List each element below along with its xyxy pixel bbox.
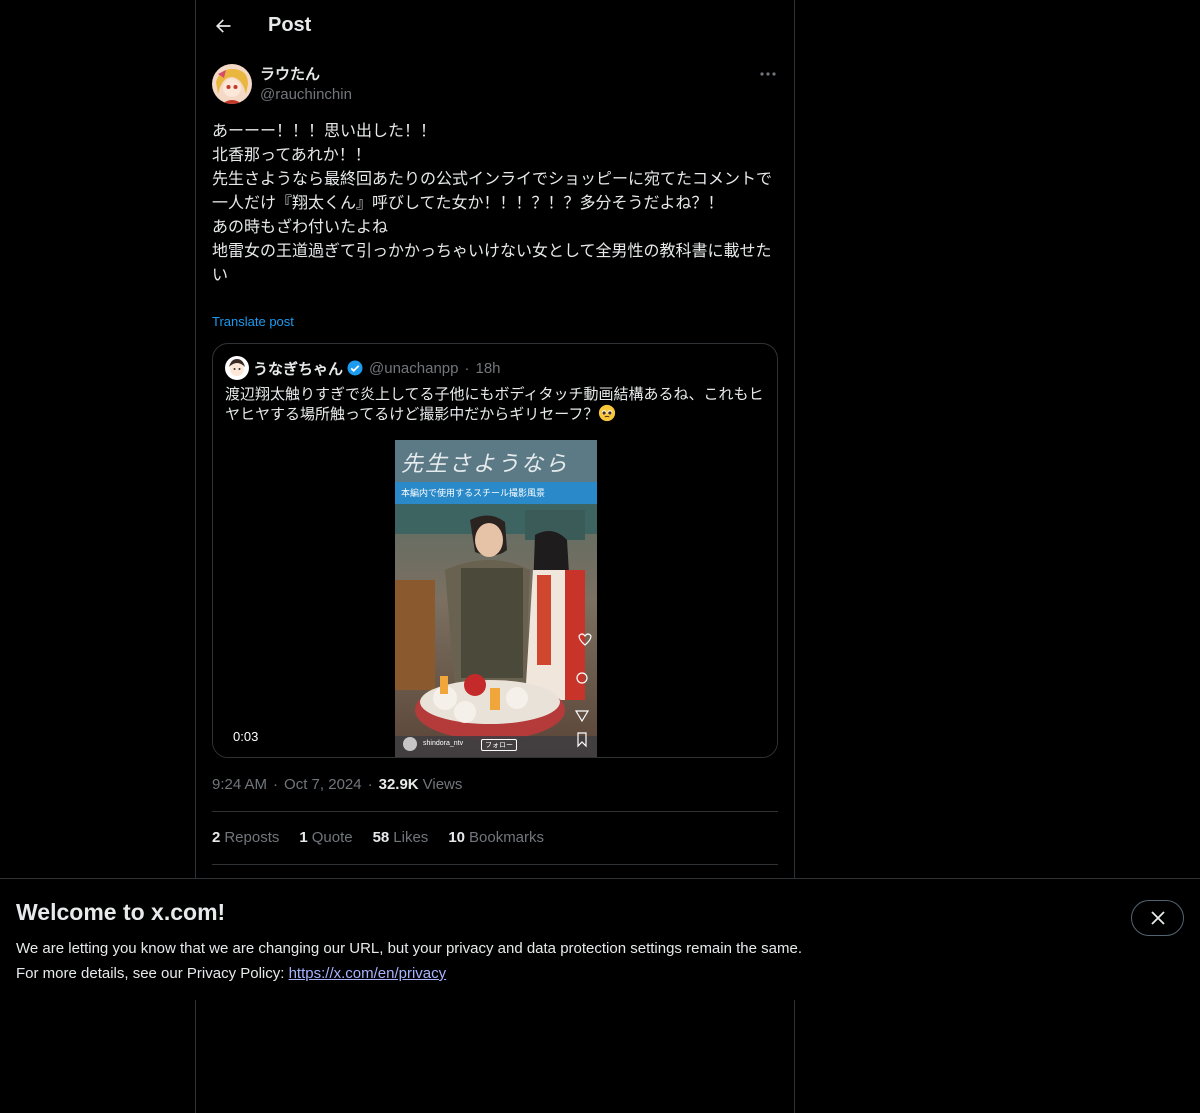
likes-label: Likes — [393, 829, 429, 846]
likes-count: 58 — [372, 829, 390, 846]
bookmarks-stat[interactable]: 10 Bookmarks — [448, 829, 544, 846]
privacy-policy-link[interactable]: https://x.com/en/privacy — [289, 965, 447, 982]
video-follow-label: フォロー — [481, 739, 517, 751]
more-horizontal-icon — [760, 72, 776, 76]
post-line: 北香那ってあれか！！ — [212, 145, 371, 164]
views-label: Views — [422, 776, 463, 793]
likes-stat[interactable]: 58 Likes — [373, 829, 429, 846]
close-icon — [1150, 911, 1165, 925]
banner-title: Welcome to x.com! — [16, 899, 226, 925]
post-date[interactable]: Oct 7, 2024 — [284, 776, 362, 793]
divider — [212, 811, 778, 812]
reposts-label: Reposts — [224, 829, 280, 846]
header: Post — [196, 0, 794, 53]
author-name[interactable]: ラウたん — [260, 65, 352, 85]
quote-media[interactable]: 先生さようなら 本編内で使用するスチール撮影風景 shindora_ntv フォ… — [213, 439, 777, 757]
pleading-face-emoji-icon — [599, 404, 616, 422]
avatar[interactable] — [212, 64, 252, 104]
banner-line: We are letting you know that we are chan… — [16, 940, 802, 957]
bookmarks-count: 10 — [448, 829, 465, 846]
translate-post-link[interactable]: Translate post — [212, 314, 294, 329]
video-duration: 0:03 — [233, 729, 259, 744]
video-caption-subtitle: 本編内で使用するスチール撮影風景 — [401, 489, 546, 499]
post-time[interactable]: 9:24 AM — [212, 776, 267, 793]
banner-line-prefix: For more details, see our Privacy Policy… — [16, 965, 289, 982]
quote-author-handle[interactable]: @unachanpp — [369, 360, 458, 377]
video-account-label: shindora_ntv — [423, 740, 464, 747]
quote-timestamp[interactable]: 18h — [475, 360, 500, 377]
post-author: ラウたん @rauchinchin — [212, 64, 352, 105]
reposts-count: 2 — [212, 829, 221, 846]
back-button[interactable] — [208, 11, 238, 41]
author-handle[interactable]: @rauchinchin — [260, 85, 352, 105]
quote-text-body: 渡辺翔太触りすぎで炎上してる子他にもボディタッチ動画結構あるね、これもヒヤヒヤす… — [225, 385, 764, 423]
banner-line-2: For more details, see our Privacy Policy… — [16, 961, 802, 986]
separator-dot: · — [273, 776, 279, 793]
post-line: 先生さようなら最終回あたりの公式インライでショッピーに宛てたコメントで一人だけ『… — [212, 169, 773, 212]
quote-avatar[interactable] — [225, 356, 249, 380]
bookmarks-label: Bookmarks — [469, 829, 545, 846]
post-text: あーーー！！！思い出した！！ 北香那ってあれか！！ 先生さようなら最終回あたりの… — [212, 119, 778, 287]
quoted-post[interactable]: うなぎちゃん @unachanpp · 18h 渡辺翔太触りすぎで炎上してる子他… — [212, 343, 778, 758]
banner-text: We are letting you know that we are chan… — [16, 936, 802, 986]
arrow-left-icon — [216, 19, 231, 33]
reposts-stat[interactable]: 2 Reposts — [212, 829, 279, 846]
quote-author-name[interactable]: うなぎちゃん — [253, 358, 343, 379]
separator-dot: · — [367, 776, 373, 793]
close-banner-button[interactable] — [1131, 900, 1184, 936]
post-line: あの時もざわ付いたよね — [212, 217, 389, 236]
post-line: あーーー！！！思い出した！！ — [212, 121, 437, 140]
views-count: 32.9K — [378, 776, 419, 793]
verified-badge-icon — [347, 360, 363, 376]
quotes-label: Quote — [311, 829, 353, 846]
video-player[interactable]: 先生さようなら 本編内で使用するスチール撮影風景 shindora_ntv フォ… — [395, 440, 597, 757]
quote-text: 渡辺翔太触りすぎで炎上してる子他にもボディタッチ動画結構あるね、これもヒヤヒヤす… — [225, 384, 767, 424]
video-caption-title: 先生さようなら — [401, 452, 570, 477]
more-button[interactable] — [756, 64, 780, 84]
separator-dot: · — [464, 359, 470, 377]
post-meta: 9:24 AM · Oct 7, 2024 · 32.9K Views — [212, 776, 462, 793]
page-title: Post — [268, 14, 312, 36]
quotes-stat[interactable]: 1 Quote — [299, 829, 352, 846]
engagement-stats: 2 Reposts 1 Quote 58 Likes 10 Bookmarks — [212, 829, 564, 846]
divider — [212, 864, 778, 865]
quotes-count: 1 — [299, 829, 308, 846]
post-line: 地雷女の王道過ぎて引っかかっちゃいけない女として全男性の教科書に載せたい — [212, 241, 772, 284]
url-change-banner: Welcome to x.com! We are letting you kno… — [0, 878, 1200, 1000]
